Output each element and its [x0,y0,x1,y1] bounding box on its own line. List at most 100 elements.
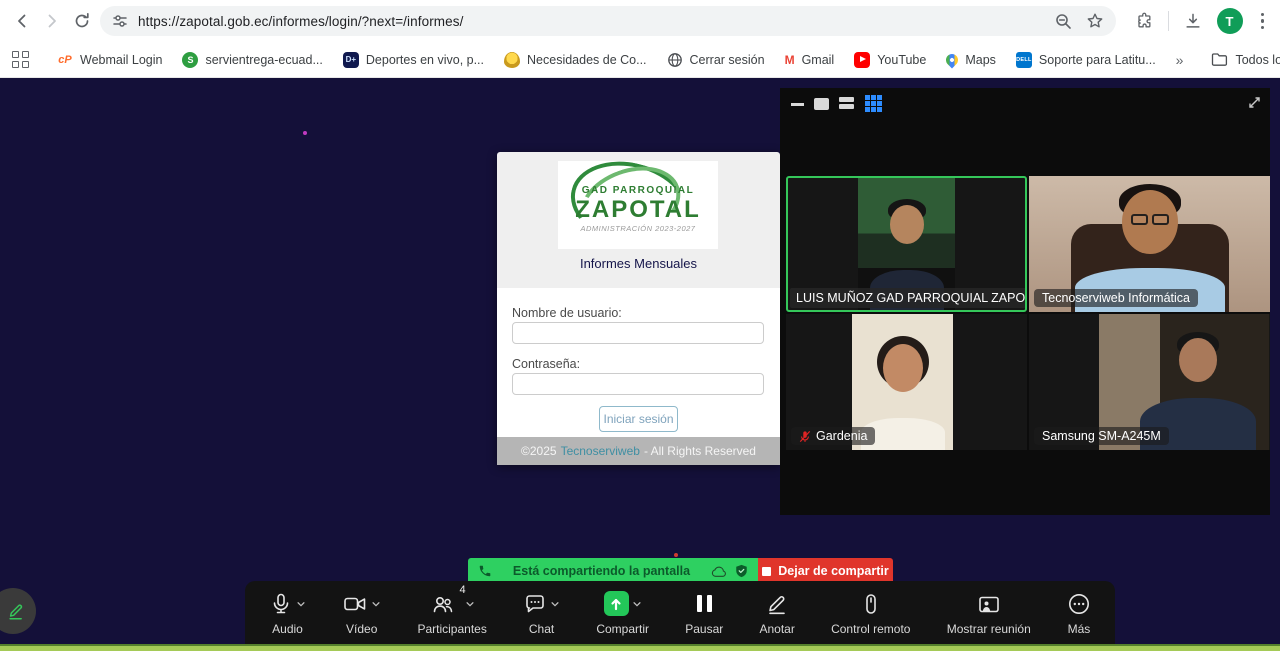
footer-brand-link[interactable]: Tecnoserviweb [561,444,640,458]
audio-button[interactable]: Audio [269,591,306,636]
bookmark-dell-soporte[interactable]: DELL Soporte para Latitu... [1016,52,1156,68]
ecuador-crest-icon [504,52,520,68]
bookmark-youtube[interactable]: YouTube [854,52,926,68]
toolbar-label: Compartir [596,622,649,636]
extensions-icon[interactable] [1134,11,1154,31]
participants-count-badge: 4 [460,584,466,596]
back-icon[interactable] [10,9,34,33]
pause-icon [697,595,712,612]
stop-icon [762,567,771,576]
remote-control-button[interactable]: Control remoto [831,591,910,636]
maps-pin-icon [944,51,961,68]
apps-grid-icon[interactable] [12,51,29,68]
username-field[interactable] [512,322,764,344]
bookmark-label: Cerrar sesión [690,53,765,67]
video-tile-gardenia[interactable]: Gardenia [786,314,1027,450]
profile-avatar[interactable]: T [1217,8,1243,34]
cpanel-icon: cP [57,52,73,68]
footer-copyright: ©2025 [521,444,557,458]
logo-line1: GAD PARROQUIAL [558,185,718,196]
meeting-toolbar: Audio Vídeo 4 [245,581,1115,645]
mic-muted-icon [799,430,811,443]
gad-zapotal-logo: GAD PARROQUIAL ZAPOTAL ADMINISTRACIÓN 20… [558,161,718,249]
annotation-dot [303,131,307,135]
stop-share-label: Dejar de compartir [778,564,888,578]
all-bookmarks-button[interactable]: Todos los marcadores [1211,52,1280,67]
shield-check-icon [735,564,748,578]
toolbar-label: Vídeo [346,622,377,636]
bookmark-label: Gmail [802,53,835,67]
toolbar-label: Mostrar reunión [947,622,1031,636]
youtube-icon [854,52,870,68]
logo-line2: ZAPOTAL [558,196,718,224]
forward-icon[interactable] [40,9,64,33]
footer-rights: - All Rights Reserved [644,444,756,458]
divider [1168,11,1169,31]
toolbar-label: Más [1068,622,1091,636]
chevron-down-icon[interactable] [632,599,642,609]
login-button[interactable]: Iniciar sesión [599,406,678,432]
participant-name: LUIS MUÑOZ GAD PARROQUIAL ZAPOTAL [790,288,1027,308]
password-label: Contraseña: [512,357,580,371]
expand-icon[interactable] [1246,94,1263,111]
login-form: Nombre de usuario: Contraseña: Iniciar s… [497,288,780,437]
participants-button[interactable]: 4 Participantes [417,591,486,636]
globe-icon [667,52,683,68]
pause-button[interactable]: Pausar [685,591,723,636]
cloud-icon [711,565,727,578]
video-button[interactable]: Vídeo [342,591,381,636]
zoom-out-icon[interactable] [1055,13,1072,30]
chevron-down-icon[interactable] [550,599,560,609]
strip-view-icon[interactable] [839,97,854,109]
chat-button[interactable]: Chat [523,591,560,636]
bookmark-gmail[interactable]: M Gmail [785,53,835,67]
address-bar[interactable]: https://zapotal.gob.ec/informes/login/?n… [100,6,1116,36]
password-field[interactable] [512,373,764,395]
more-button[interactable]: Más [1067,591,1091,636]
card-footer: ©2025 Tecnoserviweb - All Rights Reserve… [497,437,780,465]
mouse-icon [859,592,883,616]
folder-icon [1211,52,1228,67]
bookmark-star-icon[interactable] [1086,12,1104,30]
url-text[interactable]: https://zapotal.gob.ec/informes/login/?n… [138,14,1055,29]
chevron-down-icon[interactable] [465,599,475,609]
speaker-view-icon[interactable] [814,98,829,110]
participants-icon: 4 [430,592,456,616]
minimize-icon[interactable] [791,103,804,106]
bookmark-label: Maps [965,53,996,67]
bookmark-webmail-login[interactable]: cP Webmail Login [57,52,162,68]
downloads-icon[interactable] [1183,11,1203,31]
chevron-down-icon[interactable] [296,599,306,609]
bookmark-servientrega[interactable]: S servientrega-ecuad... [182,52,322,68]
toolbar-label: Chat [529,622,554,636]
video-tile-luis[interactable]: LUIS MUÑOZ GAD PARROQUIAL ZAPOTAL [786,176,1027,312]
video-tile-tecnoserviweb[interactable]: Tecnoserviweb Informática [1029,176,1270,312]
video-tile-samsung[interactable]: Samsung SM-A245M [1029,314,1270,450]
bookmark-maps[interactable]: Maps [946,53,996,67]
bookmark-necesidades[interactable]: Necesidades de Co... [504,52,647,68]
annotation-dot [674,553,678,557]
participant-name: Gardenia [791,427,875,445]
dell-icon: DELL [1016,52,1032,68]
toolbar-label: Control remoto [831,622,910,636]
show-meeting-button[interactable]: Mostrar reunión [947,591,1031,636]
green-pencil-icon [6,600,28,622]
reload-icon[interactable] [70,9,94,33]
annotation-fab[interactable] [0,588,36,634]
gallery-view-icon[interactable] [865,95,882,112]
annotate-button[interactable]: Anotar [760,591,795,636]
phone-icon [478,564,492,578]
share-button[interactable]: Compartir [596,591,649,636]
site-settings-icon[interactable] [112,13,128,29]
login-card: GAD PARROQUIAL ZAPOTAL ADMINISTRACIÓN 20… [497,152,780,465]
bookmarks-overflow-icon[interactable]: » [1176,52,1184,68]
chrome-menu-icon[interactable] [1257,9,1269,34]
servientrega-icon: S [182,52,198,68]
bookmark-cerrar-sesion[interactable]: Cerrar sesión [667,52,765,68]
screenshot-root: https://zapotal.gob.ec/informes/login/?n… [0,0,1280,651]
username-label: Nombre de usuario: [512,306,622,320]
bookmark-deportes[interactable]: D+ Deportes en vivo, p... [343,52,484,68]
chevron-down-icon[interactable] [371,599,381,609]
bookmark-label: Soporte para Latitu... [1039,53,1156,67]
share-border-strip [0,644,1280,651]
